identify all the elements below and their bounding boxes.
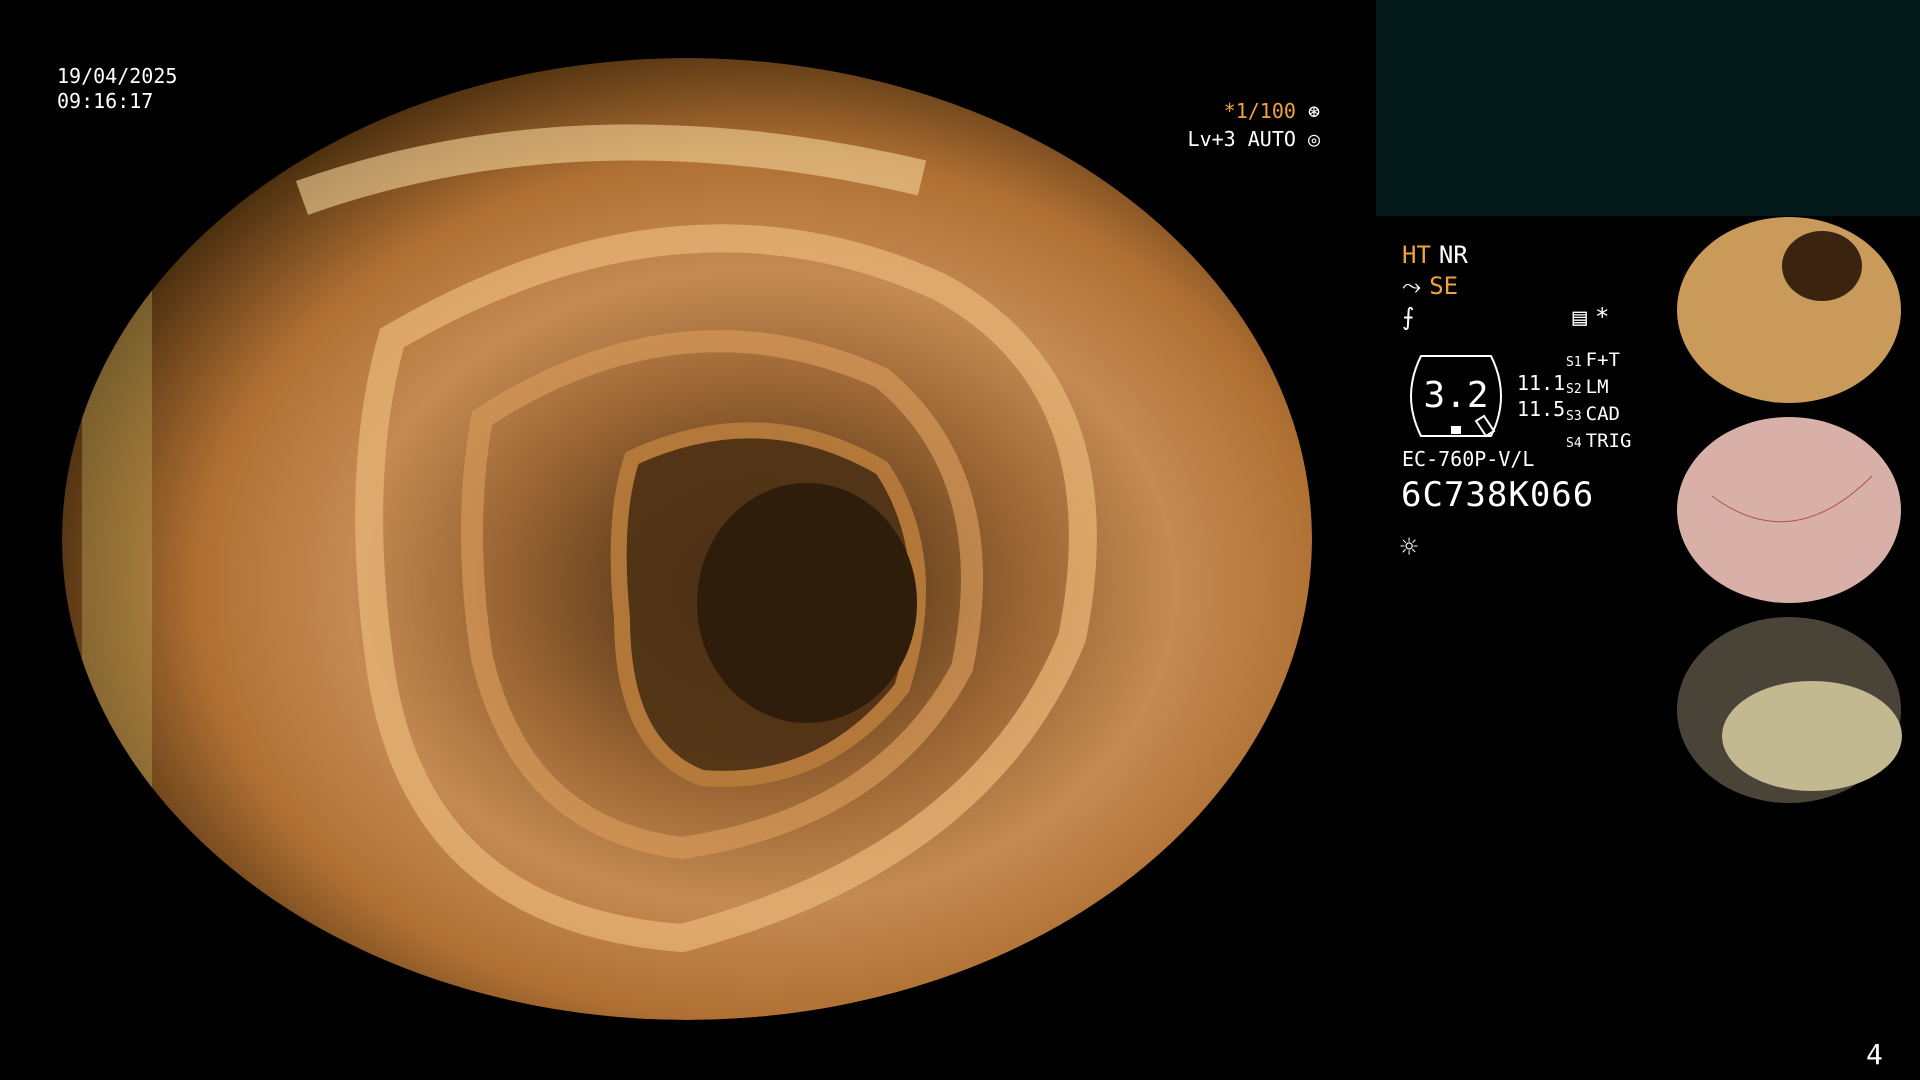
se-label: SE [1429, 272, 1459, 300]
switch-3: S3 CAD [1566, 403, 1620, 425]
switch-settings: S1 F+T S2 LM S3 CAD S4 TRIG [1566, 348, 1631, 456]
thumbnail-1[interactable] [1672, 216, 1920, 412]
asterisk-icon: * [1594, 303, 1610, 331]
freeze-icon: ⨍ [1402, 303, 1415, 331]
processor-status: HT NR ⤳ SE ⨍ ▤ * [1402, 240, 1609, 333]
zoom-sub-2: 11.5 [1517, 397, 1566, 421]
scope-model: EC-760P-V/L [1402, 447, 1535, 471]
time-text: 09:16:17 [57, 89, 154, 113]
timestamp: 19/04/2025 09:16:17 [57, 64, 177, 114]
endoscope-view [62, 58, 1312, 1020]
zoom-value: 3.2 [1423, 375, 1489, 416]
ht-label: HT [1402, 241, 1431, 269]
nr-label: NR [1438, 241, 1468, 269]
scope-serial: 6C738K066 [1401, 475, 1595, 515]
exposure-text: *1/100 [1223, 99, 1296, 123]
thumbnail-strip [1672, 216, 1920, 816]
status-panel [1376, 0, 1920, 216]
page-number: 4 [1866, 1038, 1883, 1071]
zoom-sub-1: 11.1 [1517, 371, 1566, 395]
exposure-readout: *1/100 ⊛ Lv+3 AUTO ◎ [1180, 97, 1320, 153]
thumbnail-2[interactable] [1672, 416, 1920, 612]
scope-icon: ⤳ [1402, 272, 1422, 300]
brightness-icon: ☼ [1400, 530, 1419, 565]
switch-2: S2 LM [1566, 376, 1609, 398]
shutter-icon: ⊛ [1307, 99, 1320, 123]
auto-iris-icon: ◎ [1307, 127, 1320, 151]
colon-lumen-image [62, 58, 1312, 1020]
thumbnail-3[interactable] [1672, 616, 1920, 812]
date-text: 19/04/2025 [57, 64, 178, 88]
record-icon: ▤ [1572, 303, 1587, 331]
level-text: Lv+3 AUTO [1187, 127, 1296, 151]
switch-1: S1 F+T [1566, 349, 1620, 371]
switch-4: S4 TRIG [1566, 430, 1632, 452]
zoom-sub-values: 11.1 11.5 [1517, 370, 1565, 422]
